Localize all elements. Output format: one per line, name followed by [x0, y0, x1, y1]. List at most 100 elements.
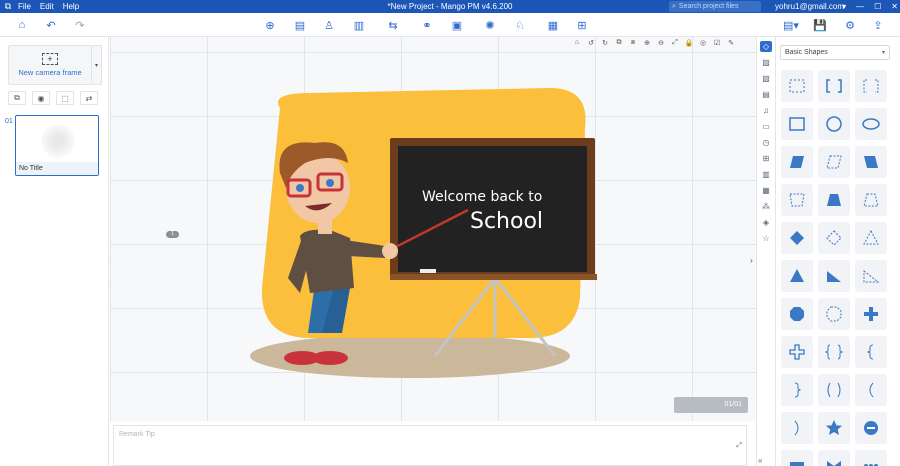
swap-icon[interactable]: ⇄ — [80, 91, 98, 105]
shape-rect-dashed-icon[interactable] — [781, 70, 813, 102]
shapes-tab-icon[interactable]: ◇ — [760, 41, 772, 52]
save-icon[interactable]: 💾 — [812, 17, 828, 33]
minimize-button[interactable]: — — [856, 2, 864, 11]
shape-right-triangle-icon[interactable] — [818, 260, 850, 292]
settings-icon[interactable]: ⚙ — [842, 17, 858, 33]
shape-triangle-icon[interactable] — [781, 260, 813, 292]
home-icon[interactable]: ⌂ — [14, 17, 30, 33]
remark-textarea[interactable]: Remark Tip ⤢ — [113, 425, 747, 466]
shape-rectangle-icon[interactable] — [781, 108, 813, 140]
zoom-in-icon[interactable]: ⊕ — [642, 39, 652, 47]
shape-parallelogram-dashed-icon[interactable] — [818, 146, 850, 178]
menu-file[interactable]: File — [18, 2, 31, 11]
shape-diamond-icon[interactable] — [781, 222, 813, 254]
clock-tab-icon[interactable]: ◷ — [760, 137, 772, 148]
shape-category-select[interactable]: Basic Shapes ▾ — [780, 45, 890, 60]
shape-brace-left-icon[interactable] — [855, 336, 887, 368]
character-icon[interactable]: ♙ — [321, 17, 337, 33]
shape-trapezoid-outline-icon[interactable] — [855, 184, 887, 216]
copy-icon[interactable]: ⧉ — [8, 91, 26, 105]
shape-octagon-dashed-icon[interactable] — [818, 298, 850, 330]
shape-dots-icon[interactable] — [855, 450, 887, 466]
screenshot-icon[interactable]: ◎ — [698, 39, 708, 47]
home-view-icon[interactable]: ⌂ — [572, 39, 582, 47]
add-frame-icon[interactable]: ⊕ — [262, 17, 278, 33]
collapse-right-panel-button[interactable]: › — [747, 247, 756, 273]
comment-tab-icon[interactable]: ▭ — [760, 121, 772, 132]
shape-cross-outline-icon[interactable] — [781, 336, 813, 368]
fit-icon[interactable]: ⤢ — [670, 39, 680, 47]
redo-icon[interactable]: ↷ — [72, 17, 88, 33]
shape-star-icon[interactable] — [818, 412, 850, 444]
shape-trapezoid-reverse-icon[interactable] — [855, 146, 887, 178]
undo-icon[interactable]: ↶ — [43, 17, 59, 33]
menu-edit[interactable]: Edit — [40, 2, 54, 11]
rotate-left-icon[interactable]: ↺ — [586, 39, 596, 47]
shape-paren-pair-icon[interactable] — [818, 374, 850, 406]
camera-frame-dropdown[interactable]: ▾ — [92, 45, 102, 85]
teacher-scene-illustration[interactable]: Welcome back to School — [250, 88, 600, 378]
shape-brackets-dashed-icon[interactable] — [855, 70, 887, 102]
shape-octagon-icon[interactable] — [781, 298, 813, 330]
slide-thumbnail[interactable]: No Title — [15, 115, 99, 176]
frame-select-icon[interactable]: ⬚ — [56, 91, 74, 105]
dropdown-icon[interactable]: ▾ — [842, 2, 846, 11]
rotate-right-icon[interactable]: ↻ — [600, 39, 610, 47]
expand-icon[interactable]: ⤢ — [736, 442, 742, 450]
search-input[interactable]: ⌕ Search project files — [669, 1, 761, 12]
background-tab-icon[interactable]: ▧ — [760, 73, 772, 84]
shape-triangle-dashed-icon[interactable] — [855, 222, 887, 254]
menu-help[interactable]: Help — [63, 2, 79, 11]
paste-icon[interactable]: ⧈ — [628, 39, 638, 47]
table-icon[interactable]: ▦ — [545, 17, 561, 33]
shape-ellipse-icon[interactable] — [855, 108, 887, 140]
maximize-button[interactable]: ☐ — [874, 2, 881, 11]
shape-right-triangle-dashed-icon[interactable] — [855, 260, 887, 292]
text-icon[interactable]: ▤ — [292, 17, 308, 33]
shape-brace-pair-icon[interactable] — [818, 336, 850, 368]
media-icon[interactable]: ▣ — [449, 17, 465, 33]
shape-diamond-dashed-icon[interactable] — [818, 222, 850, 254]
shape-brackets-icon[interactable] — [818, 70, 850, 102]
new-camera-frame-button[interactable]: + New camera frame — [8, 45, 92, 85]
shape-paren-left-icon[interactable] — [855, 374, 887, 406]
storage-tab-icon[interactable]: ▦ — [760, 185, 772, 196]
layers-tab-icon[interactable]: ◈ — [760, 217, 772, 228]
transition-icon[interactable]: ⇆ — [385, 17, 401, 33]
effect-icon[interactable]: ✺ — [482, 17, 498, 33]
layout-icon[interactable]: ⊞ — [574, 17, 590, 33]
duplicate-icon[interactable]: ⧉ — [614, 39, 624, 47]
shape-paren-right-icon[interactable] — [781, 412, 813, 444]
grid-tab-icon[interactable]: ⊞ — [760, 153, 772, 164]
preview-icon[interactable]: ▤▾ — [783, 17, 799, 33]
link-icon[interactable]: ⚭ — [419, 17, 435, 33]
shape-cross-icon[interactable] — [855, 298, 887, 330]
user-email[interactable]: yohru1@gmail.com — [775, 2, 844, 11]
close-button[interactable]: ✕ — [891, 2, 898, 11]
shape-trapezoid-dashed-icon[interactable] — [781, 184, 813, 216]
shape-trapezoid-icon[interactable] — [818, 184, 850, 216]
apps-tab-icon[interactable]: ⁂ — [760, 201, 772, 212]
shape-bracket-right-icon[interactable] — [781, 374, 813, 406]
path-marker[interactable]: 1 — [166, 231, 179, 238]
check-icon[interactable]: ☑ — [712, 39, 722, 47]
camera-icon[interactable]: ◉ — [32, 91, 50, 105]
shape-callout-arrow-icon[interactable] — [855, 412, 887, 444]
shape-circle-icon[interactable] — [818, 108, 850, 140]
star-tab-icon[interactable]: ☆ — [760, 233, 772, 244]
folder-tab-icon[interactable]: ▥ — [760, 169, 772, 180]
zoom-out-icon[interactable]: ⊖ — [656, 39, 666, 47]
shape-parallelogram-icon[interactable] — [781, 146, 813, 178]
shape-bowtie-icon[interactable] — [818, 450, 850, 466]
publish-icon[interactable]: ⇪ — [870, 17, 886, 33]
edit-icon[interactable]: ✎ — [726, 39, 736, 47]
lock-icon[interactable]: 🔒 — [684, 39, 694, 47]
shape-rect-solid-icon[interactable] — [781, 450, 813, 466]
document-tab-icon[interactable]: ▤ — [760, 89, 772, 100]
role-icon[interactable]: ♘ — [512, 17, 528, 33]
building-icon[interactable]: ▥ — [351, 17, 367, 33]
slide-number: 01 — [5, 118, 13, 125]
collapse-panel-icon[interactable]: « — [758, 456, 762, 465]
music-tab-icon[interactable]: ♫ — [760, 105, 772, 116]
image-tab-icon[interactable]: ▨ — [760, 57, 772, 68]
